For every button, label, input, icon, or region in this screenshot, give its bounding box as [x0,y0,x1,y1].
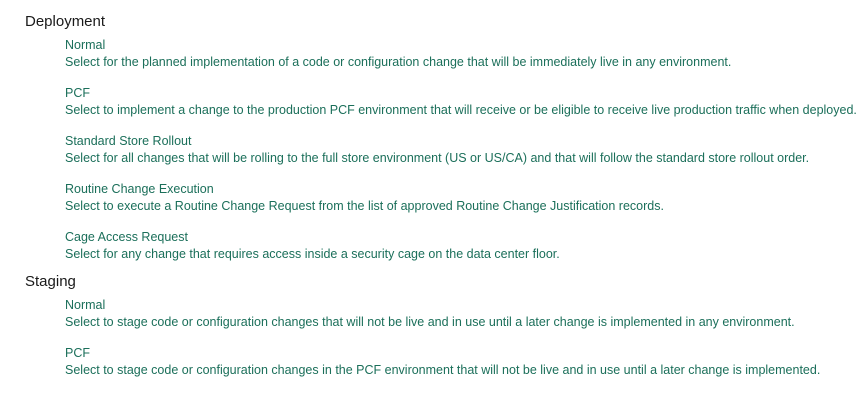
option-staging-normal[interactable]: Normal Select to stage code or configura… [65,297,866,331]
option-title[interactable]: Standard Store Rollout [65,133,866,149]
option-title[interactable]: Cage Access Request [65,229,866,245]
staging-options: Normal Select to stage code or configura… [25,297,866,379]
section-deployment: Deployment Normal Select for the planned… [25,0,866,263]
option-deployment-pcf[interactable]: PCF Select to implement a change to the … [65,85,866,119]
section-title-staging: Staging [25,273,76,290]
option-deployment-routine-change-execution[interactable]: Routine Change Execution Select to execu… [65,181,866,215]
section-title-deployment: Deployment [25,13,106,30]
section-staging: Staging Normal Select to stage code or c… [25,272,866,379]
option-description: Select to implement a change to the prod… [65,103,857,117]
option-description: Select to stage code or configuration ch… [65,363,821,377]
option-title[interactable]: Routine Change Execution [65,181,866,197]
change-type-page: Deployment Normal Select for the planned… [0,0,866,412]
option-title[interactable]: Normal [65,297,866,313]
option-staging-pcf[interactable]: PCF Select to stage code or configuratio… [65,345,866,379]
option-title[interactable]: Normal [65,37,866,53]
option-description: Select for the planned implementation of… [65,55,732,69]
option-description: Select for any change that requires acce… [65,247,560,261]
deployment-options: Normal Select for the planned implementa… [25,37,866,263]
option-description: Select for all changes that will be roll… [65,151,810,165]
option-description: Select to execute a Routine Change Reque… [65,199,664,213]
option-description: Select to stage code or configuration ch… [65,315,795,329]
option-deployment-standard-store-rollout[interactable]: Standard Store Rollout Select for all ch… [65,133,866,167]
option-title[interactable]: PCF [65,85,866,101]
option-deployment-normal[interactable]: Normal Select for the planned implementa… [65,37,866,71]
option-title[interactable]: PCF [65,345,866,361]
option-deployment-cage-access-request[interactable]: Cage Access Request Select for any chang… [65,229,866,263]
